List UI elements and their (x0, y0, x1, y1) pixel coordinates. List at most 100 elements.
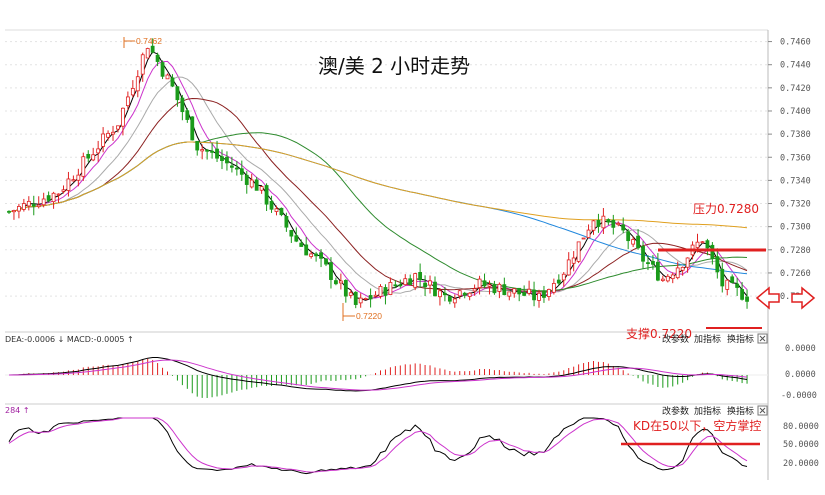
candle-body (7, 210, 11, 213)
candle-body (660, 278, 665, 281)
candle-body (442, 292, 447, 296)
candle-body (631, 239, 636, 245)
candle-body (274, 208, 279, 212)
kdj-edit-params-button[interactable]: 改参数 (662, 405, 689, 417)
candle-body (279, 207, 284, 216)
candle-body (705, 240, 710, 249)
candle-body (561, 273, 566, 281)
candle-body (517, 287, 522, 295)
candle-body (636, 235, 640, 249)
ytick-label: 0.7360 (780, 153, 811, 163)
candle-body (527, 288, 531, 294)
candle-body (41, 198, 46, 206)
candle-body (551, 282, 556, 293)
candle-body (571, 257, 576, 264)
candle-body (378, 286, 383, 297)
macd-switch-indicator-button[interactable]: 换指标 (727, 333, 754, 345)
candle-body (408, 278, 413, 285)
candle-body (56, 193, 61, 196)
candlesticks (7, 38, 749, 309)
macd-add-indicator-button[interactable]: 加指标 (694, 333, 721, 345)
candle-body (403, 278, 408, 286)
candle-body (651, 261, 655, 265)
candle-body (433, 281, 437, 297)
candle-body (76, 174, 81, 181)
candle-body (363, 298, 368, 300)
candle-body (502, 284, 507, 296)
candle-body (566, 259, 571, 276)
candle-body (106, 132, 110, 138)
ma-line (8, 141, 748, 229)
kdj-add-indicator-button[interactable]: 加指标 (694, 405, 721, 417)
candle-body (51, 192, 56, 203)
candle-body (130, 88, 135, 96)
candle-body (309, 253, 314, 257)
candle-body (487, 284, 492, 287)
candle-body (646, 262, 650, 265)
candle-body (586, 229, 591, 238)
candle-body (299, 242, 304, 247)
moving-average-lines (8, 51, 748, 301)
candle-body (740, 289, 744, 300)
candle-body (91, 154, 96, 161)
ytick-label: 0.7300 (780, 223, 811, 233)
candle-body (31, 204, 36, 207)
candle-body (393, 284, 398, 287)
candle-body (229, 165, 234, 168)
candle-body (358, 297, 363, 304)
candle-body (284, 216, 289, 228)
macd-buttons: 改参数 加指标 换指标 (662, 333, 768, 345)
kd-annotation: KD在50以下，空方掌控 (633, 418, 761, 433)
candle-body (655, 261, 660, 281)
candle-body (116, 125, 120, 130)
candle-body (388, 282, 393, 295)
candle-body (111, 131, 115, 135)
candle-body (418, 272, 423, 281)
kdj-switch-indicator-button[interactable]: 换指标 (727, 405, 754, 417)
candle-body (428, 280, 432, 286)
candle-body (467, 292, 472, 297)
candle-body (537, 292, 541, 301)
candle-body (334, 280, 338, 285)
candle-body (680, 266, 685, 271)
candle-body (319, 252, 323, 259)
candle-body (160, 62, 165, 77)
candle-body (438, 290, 442, 298)
ytick-label: 0.7340 (780, 176, 811, 186)
kdj-ytick-2: 50.0000 (783, 440, 819, 450)
candle-body (576, 241, 581, 262)
candle-body (125, 96, 130, 107)
candle-body (492, 284, 497, 294)
ytick-label: 0.7440 (780, 61, 811, 71)
candle-body (616, 223, 621, 226)
candle-body (591, 220, 596, 231)
candle-body (398, 284, 403, 287)
candle-body (542, 290, 546, 298)
candle-body (556, 279, 561, 284)
candle-body (353, 291, 358, 305)
candle-body (507, 291, 512, 297)
candle-body (190, 116, 195, 141)
ma-line (8, 76, 748, 294)
candle-body (21, 203, 26, 210)
candle-body (165, 74, 170, 80)
candle-body (259, 186, 264, 191)
candle-body (338, 280, 343, 284)
candle-body (12, 210, 16, 213)
candle-body (215, 148, 219, 159)
macd-panel (5, 357, 768, 399)
candle-body (457, 290, 462, 297)
macd-ytick-1: 0.0000 (785, 344, 816, 354)
candle-body (264, 185, 269, 205)
kdj-header: 284 ↑ (5, 406, 30, 415)
candle-body (180, 97, 185, 113)
high-marker: 0.7462 (123, 36, 162, 48)
candle-body (150, 45, 155, 53)
macd-edit-params-button[interactable]: 改参数 (662, 333, 689, 345)
candle-body (210, 150, 214, 153)
candle-body (601, 215, 606, 229)
candle-body (121, 107, 125, 127)
candle-body (368, 295, 373, 300)
candle-body (244, 174, 249, 185)
ytick-label: 0.7260 (780, 269, 811, 279)
